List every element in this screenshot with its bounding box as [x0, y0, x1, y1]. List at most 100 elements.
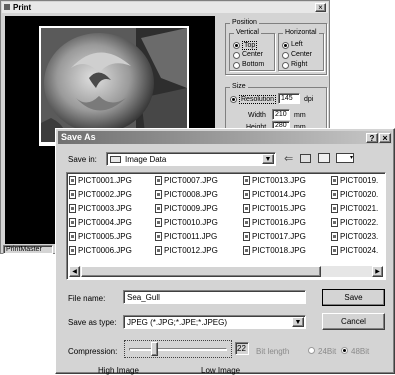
file-name-text: PICT0001.JPG	[78, 176, 132, 185]
view-menu-icon[interactable]: ▾	[336, 153, 354, 163]
save-as-type-label: Save as type:	[68, 318, 117, 327]
print-title-bar[interactable]: Print ×	[2, 2, 328, 13]
file-list-item[interactable]: PICT0002.JPG	[69, 189, 132, 200]
rose-image	[41, 28, 187, 142]
file-list[interactable]: PICT0001.JPG PICT0002.JPG PICT0003.JPG PICT…	[66, 172, 386, 280]
help-icon: ?	[369, 133, 375, 143]
file-name-text: PICT0019.	[340, 176, 379, 185]
file-list-item[interactable]: PICT0011.JPG	[155, 231, 217, 242]
vertical-center-radio[interactable]	[233, 52, 240, 59]
close-icon: ×	[318, 2, 323, 12]
file-name-text: PICT0002.JPG	[78, 190, 132, 199]
width-input[interactable]: 210	[272, 109, 290, 120]
horizontal-right-radio[interactable]	[282, 62, 289, 69]
file-list-item[interactable]: PICT0023.	[331, 231, 378, 242]
file-list-item[interactable]: PICT0003.JPG	[69, 203, 132, 214]
bit24-radio[interactable]	[308, 347, 315, 354]
file-list-item[interactable]: PICT0020.	[331, 189, 378, 200]
file-name-input[interactable]: Sea_Gull	[123, 290, 306, 304]
file-list-item[interactable]: PICT0006.JPG	[69, 245, 132, 256]
file-name-text: PICT0005.JPG	[78, 232, 132, 241]
size-group-label: Size	[230, 83, 248, 91]
cancel-button[interactable]: Cancel	[322, 313, 385, 330]
print-close-button[interactable]: ×	[315, 3, 326, 12]
file-list-item[interactable]: PICT0019.	[331, 175, 378, 186]
image-file-icon	[155, 204, 162, 213]
horizontal-left-radio[interactable]	[282, 42, 289, 49]
file-list-item[interactable]: PICT0007.JPG	[155, 175, 218, 186]
bit-length-label: Bit length	[256, 347, 290, 356]
resolution-input[interactable]: 145	[278, 93, 300, 104]
vertical-group-label: Vertical	[234, 29, 261, 37]
file-list-item[interactable]: PICT0021.	[331, 203, 378, 214]
size-group: Size Resolution 145 dpi Width 210 mm Hei…	[225, 83, 327, 131]
slider-track	[129, 348, 227, 351]
image-file-icon	[69, 176, 76, 185]
save-in-label: Save in:	[68, 155, 97, 164]
file-list-item[interactable]: PICT0008.JPG	[155, 189, 218, 200]
save-in-dropdown-button[interactable]: ▼	[262, 154, 274, 164]
image-file-icon	[331, 232, 338, 241]
file-name-text: PICT0016.JPG	[252, 218, 306, 227]
save-as-type-dropdown[interactable]: JPEG (*.JPG;*.JPE;*.JPEG) ▼	[123, 315, 306, 329]
width-label: Width	[248, 112, 266, 119]
file-list-item[interactable]: PICT0018.JPG	[243, 245, 306, 256]
image-file-icon	[243, 176, 250, 185]
width-unit: mm	[294, 112, 306, 119]
file-list-item[interactable]: PICT0016.JPG	[243, 217, 306, 228]
file-name-text: PICT0018.JPG	[252, 246, 306, 255]
file-name-text: PICT0014.JPG	[252, 190, 306, 199]
save-as-title-bar[interactable]: Save As ? ×	[58, 131, 392, 144]
save-as-close-button[interactable]: ×	[379, 133, 391, 143]
save-button-label: Save	[344, 293, 363, 302]
print-window-title: Print	[13, 3, 32, 12]
file-list-item[interactable]: PICT0015.JPG	[243, 203, 306, 214]
file-list-item[interactable]: PICT0009.JPG	[155, 203, 218, 214]
file-list-item[interactable]: PICT0024.	[331, 245, 378, 256]
vertical-top-label: Top	[242, 41, 258, 50]
slider-thumb[interactable]	[151, 342, 158, 356]
file-name-text: PICT0015.JPG	[252, 204, 306, 213]
compression-slider[interactable]	[124, 340, 232, 358]
new-folder-icon[interactable]	[318, 153, 330, 163]
file-list-item[interactable]: PICT0022.	[331, 217, 378, 228]
horizontal-scrollbar[interactable]: ◀ ▶	[69, 266, 383, 277]
file-name-text: PICT0009.JPG	[164, 204, 218, 213]
file-list-item[interactable]: PICT0001.JPG	[69, 175, 132, 186]
back-arrow-icon[interactable]: ⇐	[284, 153, 293, 165]
file-list-item[interactable]: PICT0017.JPG	[243, 231, 306, 242]
file-name-text: PICT0003.JPG	[78, 204, 132, 213]
file-list-item[interactable]: PICT0014.JPG	[243, 189, 306, 200]
close-icon: ×	[382, 133, 388, 143]
image-file-icon	[155, 218, 162, 227]
file-name-text: PICT0021.	[340, 204, 379, 213]
file-name-text: PICT0008.JPG	[164, 190, 218, 199]
file-name-text: PICT0022.	[340, 218, 379, 227]
image-file-icon	[243, 204, 250, 213]
scroll-left-button[interactable]: ◀	[69, 266, 80, 277]
image-file-icon	[69, 232, 76, 241]
compression-value-field[interactable]: 22	[235, 342, 249, 355]
save-in-dropdown[interactable]: Image Data ▼	[106, 152, 276, 166]
file-list-item[interactable]: PICT0005.JPG	[69, 231, 132, 242]
bit48-radio[interactable]	[341, 347, 348, 354]
file-name-text: PICT0017.JPG	[252, 232, 306, 241]
file-name-text: PICT0010.JPG	[164, 218, 218, 227]
help-button[interactable]: ?	[366, 133, 378, 143]
save-button[interactable]: Save	[322, 289, 385, 306]
file-name-text: PICT0011.JPG	[164, 232, 218, 241]
resolution-radio[interactable]	[230, 96, 237, 103]
file-list-item[interactable]: PICT0012.JPG	[155, 245, 218, 256]
vertical-top-radio[interactable]	[233, 42, 240, 49]
scroll-thumb[interactable]	[81, 266, 321, 277]
up-folder-icon[interactable]	[300, 154, 311, 163]
file-list-item[interactable]: PICT0004.JPG	[69, 217, 132, 228]
file-list-item[interactable]: PICT0013.JPG	[243, 175, 306, 186]
horizontal-center-radio[interactable]	[282, 52, 289, 59]
file-name-text: PICT0012.JPG	[164, 246, 218, 255]
file-list-item[interactable]: PICT0010.JPG	[155, 217, 218, 228]
horizontal-center-label: Center	[291, 51, 313, 58]
scroll-right-button[interactable]: ▶	[372, 266, 383, 277]
save-as-type-dropdown-button[interactable]: ▼	[292, 317, 304, 327]
vertical-bottom-radio[interactable]	[233, 62, 240, 69]
